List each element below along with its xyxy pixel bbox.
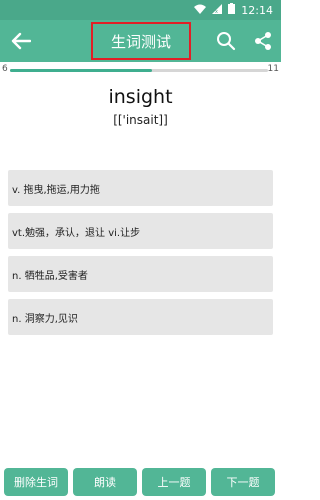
answer-option[interactable]: n. 牺牲品,受害者: [8, 256, 273, 292]
search-icon[interactable]: [214, 29, 238, 53]
app-bar: 生词测试: [0, 20, 281, 62]
previous-question-button[interactable]: 上一题: [142, 468, 206, 496]
question-phonetic: [['insait]]: [113, 113, 168, 127]
next-question-button[interactable]: 下一题: [211, 468, 275, 496]
answer-option[interactable]: n. 洞察力,见识: [8, 299, 273, 335]
progress-row: 6 11: [0, 62, 281, 78]
answer-option[interactable]: vt.勉强，承认，退让 vi.让步: [8, 213, 273, 249]
answer-option[interactable]: v. 拖曳,拖运,用力拖: [8, 170, 273, 206]
progress-track: [10, 69, 268, 72]
progress-total: 11: [267, 64, 279, 74]
wifi-icon: [194, 4, 207, 17]
read-aloud-button[interactable]: 朗读: [73, 468, 137, 496]
bottom-toolbar: 删除生词 朗读 上一题 下一题: [0, 468, 281, 496]
share-icon[interactable]: [251, 29, 275, 53]
status-bar: x 12:14: [0, 0, 281, 20]
question-word: insight: [108, 86, 173, 108]
progress-current: 6: [2, 64, 8, 74]
delete-word-button[interactable]: 删除生词: [4, 468, 68, 496]
signal-icon: x: [212, 3, 223, 17]
status-time: 12:14: [241, 3, 273, 17]
svg-text:x: x: [215, 9, 218, 14]
battery-icon: [228, 3, 236, 17]
back-arrow-icon[interactable]: [8, 28, 34, 54]
progress-fill: [10, 69, 152, 72]
page-title: 生词测试: [91, 22, 191, 60]
